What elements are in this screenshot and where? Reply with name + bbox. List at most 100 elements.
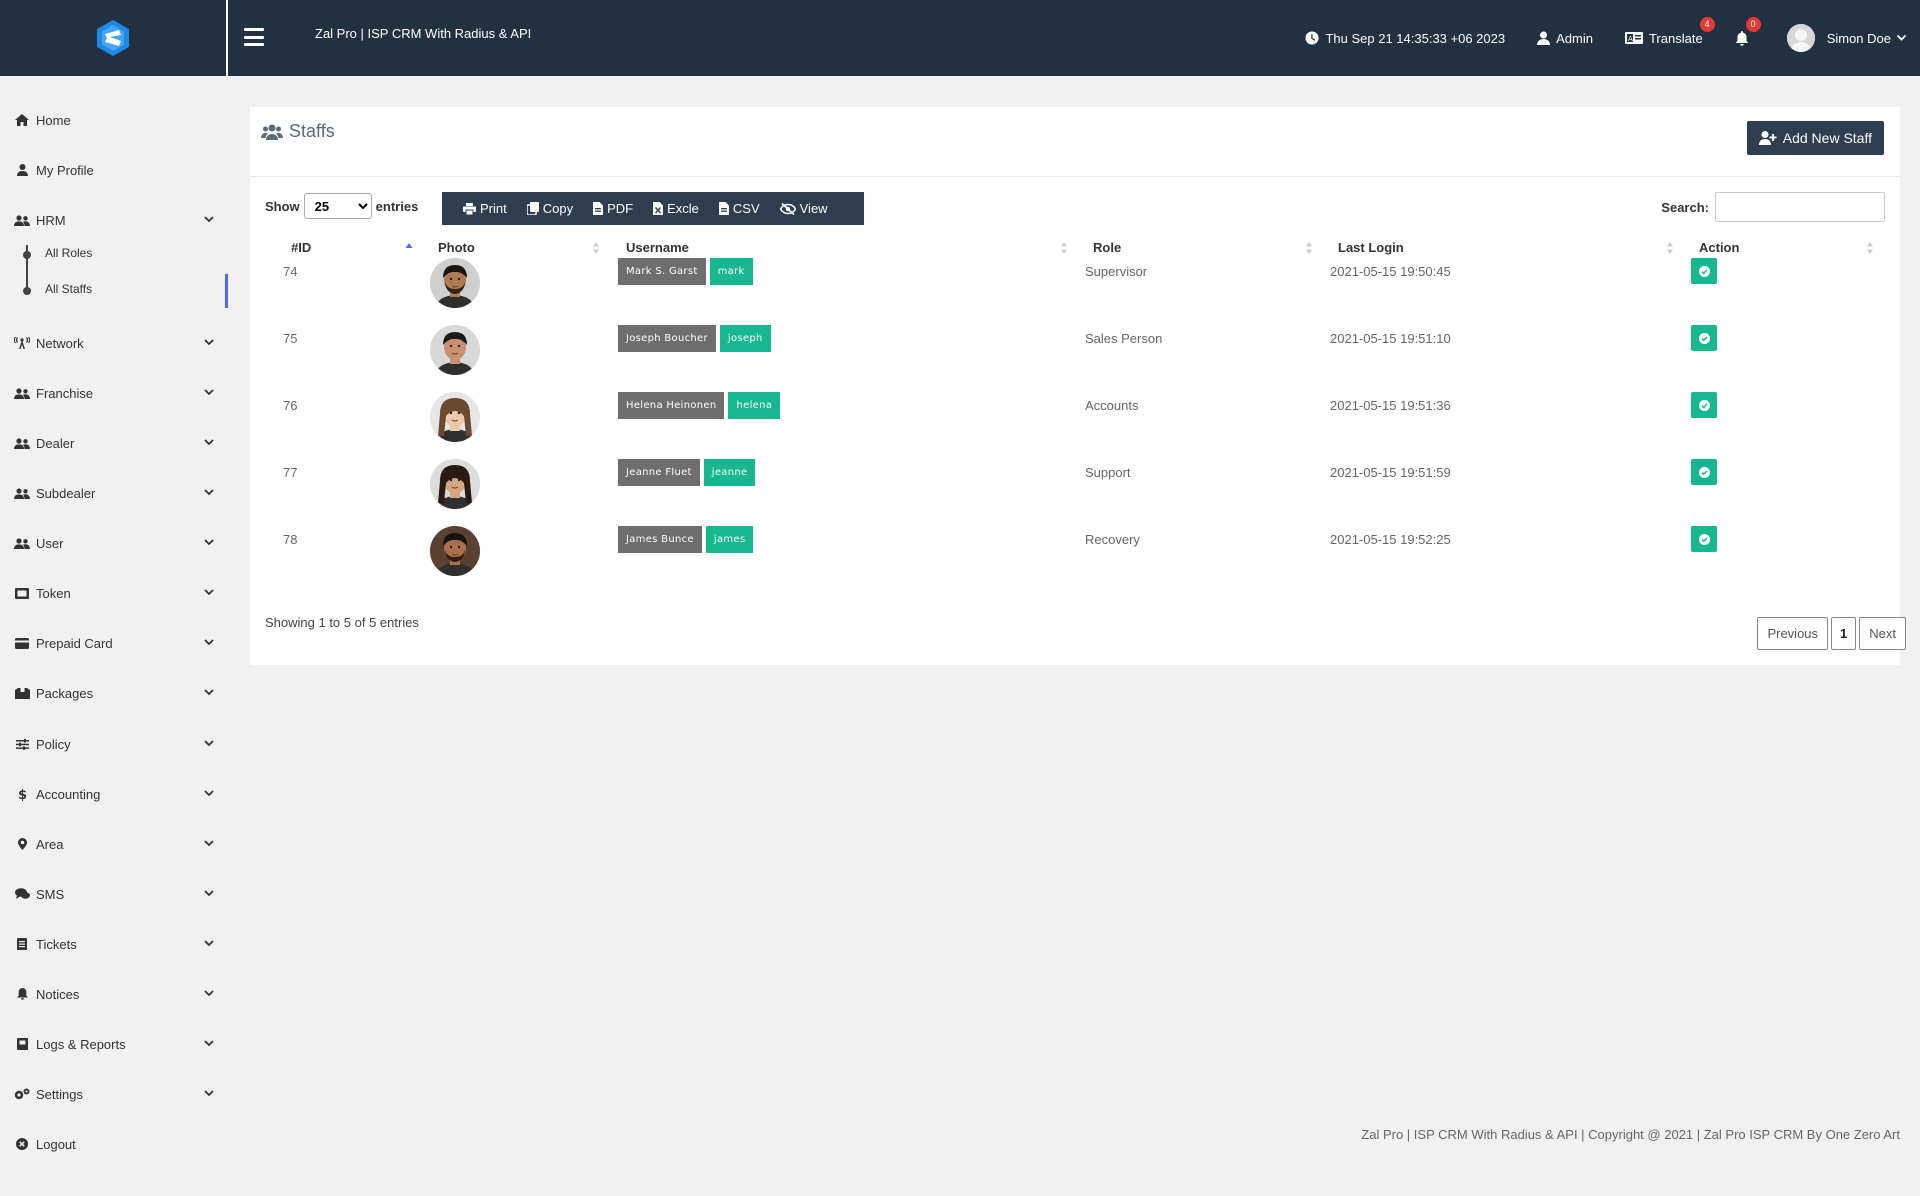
sidebar-item-label: Network xyxy=(36,335,84,351)
check-circle-icon xyxy=(1698,466,1710,478)
sidebar-item-dealer[interactable]: Dealer xyxy=(14,432,214,454)
column-header-id[interactable]: #ID xyxy=(291,240,311,255)
app-title: Zal Pro | ISP CRM With Radius & API xyxy=(315,26,532,41)
sort-icon xyxy=(1061,242,1067,254)
sidebar-item-notices[interactable]: Notices xyxy=(14,983,214,1005)
translate-link[interactable]: A Translate 4 xyxy=(1624,16,1715,46)
sidebar-item-label: Area xyxy=(36,836,64,852)
sidebar-item-accounting[interactable]: $ Accounting xyxy=(14,783,214,805)
eye-slash-icon xyxy=(779,202,796,215)
action-button[interactable] xyxy=(1691,325,1717,351)
column-header-action[interactable]: Action xyxy=(1699,240,1739,255)
search-input[interactable] xyxy=(1715,192,1885,222)
cell-id: 77 xyxy=(283,465,298,480)
page-title-text: Staffs xyxy=(289,121,335,141)
pdf-label: PDF xyxy=(607,201,634,216)
sidebar-item-network[interactable]: Network xyxy=(14,332,214,354)
username-badge: mark xyxy=(709,258,753,285)
action-button[interactable] xyxy=(1691,459,1717,485)
action-button[interactable] xyxy=(1691,526,1717,552)
previous-page-button[interactable]: Previous xyxy=(1757,617,1829,650)
sidebar-item-label: Settings xyxy=(36,1086,83,1102)
sidebar-item-my-profile[interactable]: My Profile xyxy=(14,159,214,181)
sidebar-item-label: Logs & Reports xyxy=(36,1036,126,1052)
notifications-button[interactable]: 0 xyxy=(1735,16,1761,46)
action-button[interactable] xyxy=(1691,392,1717,418)
sidebar-item-area[interactable]: Area xyxy=(14,833,214,855)
sidebar-item-token[interactable]: Token xyxy=(14,582,214,604)
cell-username: Joseph Boucher joseph xyxy=(618,325,771,352)
svg-text:A: A xyxy=(1628,35,1633,43)
chevron-down-icon xyxy=(204,985,214,1000)
sidebar-item-prepaid-card[interactable]: Prepaid Card xyxy=(14,632,214,654)
sidebar-item-logs-reports[interactable]: Logs & Reports xyxy=(14,1033,214,1055)
cell-role: Supervisor xyxy=(1085,264,1148,279)
menu-toggle-icon[interactable] xyxy=(244,28,264,46)
sidebar-item-logout[interactable]: Logout xyxy=(14,1133,214,1155)
active-indicator xyxy=(225,274,228,308)
page-1-button[interactable]: 1 xyxy=(1831,617,1857,650)
chevron-down-icon xyxy=(204,785,214,800)
column-header-photo[interactable]: Photo xyxy=(438,240,475,255)
sidebar-item-hrm[interactable]: HRM xyxy=(14,209,214,231)
brand-logo[interactable] xyxy=(0,0,228,76)
cell-id: 75 xyxy=(283,331,298,346)
sidebar-item-label: SMS xyxy=(36,886,65,902)
power-icon xyxy=(14,1136,30,1152)
sidebar-item-packages[interactable]: Packages xyxy=(14,682,214,704)
column-header-last-login[interactable]: Last Login xyxy=(1338,240,1404,255)
sidebar-item-all-staffs[interactable]: All Staffs xyxy=(45,282,92,296)
username-badge: james xyxy=(705,526,754,553)
sidebar-item-home[interactable]: Home xyxy=(14,109,214,131)
cell-id: 78 xyxy=(283,532,298,547)
column-header-role[interactable]: Role xyxy=(1093,240,1121,255)
sidebar-item-franchise[interactable]: Franchise xyxy=(14,382,214,404)
sidebar-item-settings[interactable]: Settings xyxy=(14,1083,214,1105)
csv-button[interactable]: CSV xyxy=(710,192,769,225)
view-label: View xyxy=(799,201,828,216)
print-button[interactable]: Print xyxy=(454,192,516,225)
sidebar-item-label: Logout xyxy=(36,1136,76,1152)
top-navbar: Zal Pro | ISP CRM With Radius & API Thu … xyxy=(0,0,1920,76)
chevron-down-icon xyxy=(204,211,214,226)
sliders-icon xyxy=(14,736,30,752)
cell-last-login: 2021-05-15 19:51:10 xyxy=(1330,331,1451,346)
pagination: Previous 1 Next xyxy=(1757,617,1906,650)
column-header-username[interactable]: Username xyxy=(626,240,689,255)
copy-button[interactable]: Copy xyxy=(518,192,582,225)
chevron-down-icon xyxy=(204,484,214,499)
action-button[interactable] xyxy=(1691,258,1717,284)
add-new-staff-button[interactable]: Add New Staff xyxy=(1746,121,1884,155)
cell-username: Jeanne Fluet jeanne xyxy=(618,459,756,486)
user-lock-icon xyxy=(1537,31,1551,45)
username-badge: helena xyxy=(728,392,781,419)
next-page-button[interactable]: Next xyxy=(1859,617,1906,650)
bell-icon xyxy=(1735,30,1748,46)
page-length-select[interactable]: 25 xyxy=(303,193,372,219)
sidebar-item-tickets[interactable]: Tickets xyxy=(14,933,214,955)
sidebar-item-policy[interactable]: Policy xyxy=(14,733,214,755)
users-icon xyxy=(14,212,30,228)
table-info: Showing 1 to 5 of 5 entries xyxy=(265,615,419,630)
chevron-down-icon xyxy=(204,434,214,449)
sidebar-item-sms[interactable]: SMS xyxy=(14,883,214,905)
cell-role: Recovery xyxy=(1085,532,1140,547)
column-visibility-button[interactable]: View xyxy=(771,192,837,225)
submenu-dot xyxy=(23,251,31,259)
chevron-down-icon xyxy=(204,1085,214,1100)
admin-link[interactable]: Admin xyxy=(1537,31,1593,46)
sidebar-item-user[interactable]: User xyxy=(14,532,214,554)
sidebar-item-all-roles[interactable]: All Roles xyxy=(45,246,92,260)
sidebar-item-subdealer[interactable]: Subdealer xyxy=(14,482,214,504)
avatar xyxy=(1786,24,1815,52)
cell-role: Sales Person xyxy=(1085,331,1163,346)
book-icon xyxy=(14,1036,30,1052)
clock-icon xyxy=(1305,31,1320,45)
excel-button[interactable]: Excle xyxy=(644,192,708,225)
sort-asc-icon xyxy=(405,243,413,248)
map-pin-icon xyxy=(14,836,30,852)
user-menu[interactable]: Simon Doe xyxy=(1786,24,1906,52)
file-excel-icon xyxy=(653,202,664,215)
pdf-button[interactable]: PDF xyxy=(584,192,642,225)
file-pdf-icon xyxy=(593,202,604,215)
